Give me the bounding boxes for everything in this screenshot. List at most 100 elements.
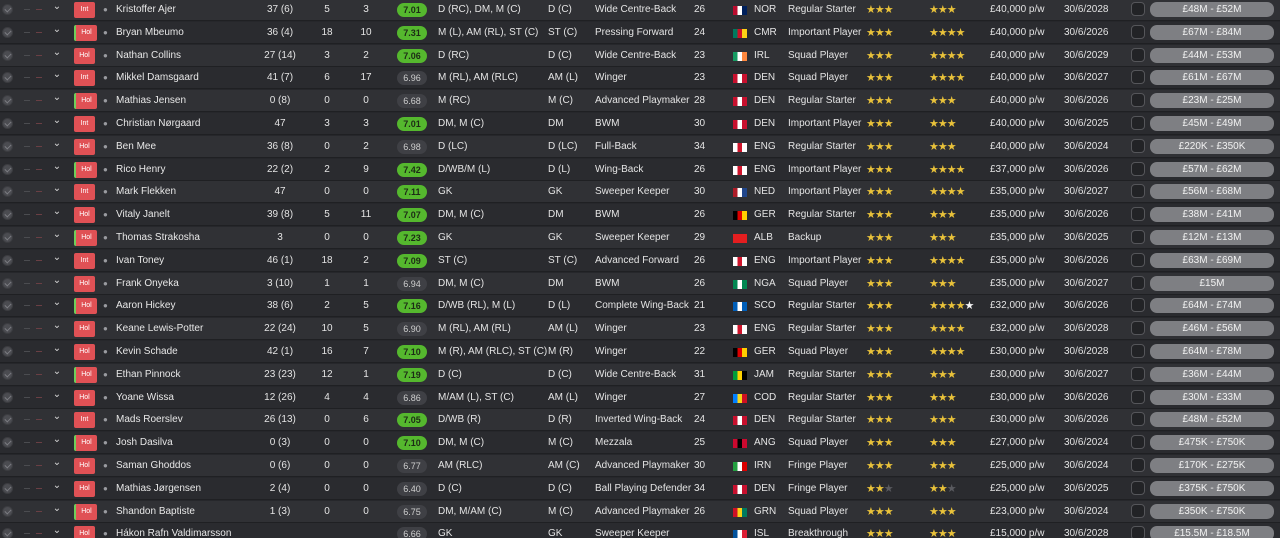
value-checkbox[interactable] (1131, 2, 1145, 16)
value-checkbox[interactable] (1131, 480, 1145, 495)
chevron-down-icon[interactable]: ⌄ (51, 523, 63, 538)
value-checkbox[interactable] (1131, 161, 1145, 176)
table-row[interactable]: ⌄ Hol ● Mathias Jensen 0 (8) 0 0 6.68 M (RC) M (C… (0, 90, 1280, 113)
chevron-down-icon[interactable]: ⌄ (51, 159, 63, 181)
chevron-down-icon[interactable]: ⌄ (51, 113, 63, 135)
table-row[interactable]: ⌄ Hol ● Nathan Collins 27 (14) 3 2 7.06 D (RC) D … (0, 44, 1280, 67)
check-circle-icon[interactable] (2, 254, 13, 266)
value-checkbox[interactable] (1131, 184, 1145, 199)
value-checkbox[interactable] (1131, 207, 1145, 222)
value-checkbox[interactable] (1131, 230, 1145, 244)
player-name-link[interactable]: Kristoffer Ajer (116, 0, 266, 21)
check-circle-icon[interactable] (2, 163, 13, 175)
player-name-link[interactable]: Ben Mee (116, 136, 266, 158)
chevron-down-icon[interactable]: ⌄ (51, 90, 63, 112)
table-row[interactable]: ⌄ Hol ● Keane Lewis-Potter 22 (24) 10 5 6.90 M (… (0, 318, 1280, 341)
value-checkbox[interactable] (1131, 435, 1145, 450)
player-name-link[interactable]: Christian Nørgaard (116, 113, 266, 135)
chevron-down-icon[interactable]: ⌄ (51, 295, 63, 317)
chevron-down-icon[interactable]: ⌄ (51, 432, 63, 454)
player-name-link[interactable]: Thomas Strakosha (116, 227, 266, 249)
table-row[interactable]: ⌄ Hol ● Josh Dasilva 0 (3) 0 0 7.10 DM, M (C) M (… (0, 432, 1280, 455)
chevron-down-icon[interactable]: ⌄ (51, 318, 63, 340)
player-name-link[interactable]: Frank Onyeka (116, 273, 266, 295)
value-checkbox[interactable] (1131, 321, 1145, 336)
check-circle-icon[interactable] (2, 300, 13, 312)
table-row[interactable]: ⌄ Int ● Mikkel Damsgaard 41 (7) 6 17 6.96 M (RL)… (0, 67, 1280, 90)
value-checkbox[interactable] (1131, 47, 1145, 62)
player-name-link[interactable]: Mathias Jørgensen (116, 478, 266, 500)
check-circle-icon[interactable] (2, 414, 13, 426)
check-circle-icon[interactable] (2, 140, 13, 152)
player-name-link[interactable]: Mathias Jensen (116, 90, 266, 112)
check-circle-icon[interactable] (2, 49, 13, 61)
chevron-down-icon[interactable]: ⌄ (51, 0, 63, 21)
table-row[interactable]: ⌄ Hol ● Hákon Rafn Valdimarsson 6.66 GK GK Swee… (0, 523, 1280, 538)
chevron-down-icon[interactable]: ⌄ (51, 181, 63, 203)
player-name-link[interactable]: Mikkel Damsgaard (116, 67, 266, 89)
chevron-down-icon[interactable]: ⌄ (51, 250, 63, 272)
chevron-down-icon[interactable]: ⌄ (51, 387, 63, 409)
check-circle-icon[interactable] (2, 437, 13, 449)
value-checkbox[interactable] (1131, 70, 1145, 85)
check-circle-icon[interactable] (2, 460, 13, 471)
check-circle-icon[interactable] (2, 505, 13, 517)
player-name-link[interactable]: Kevin Schade (116, 341, 266, 363)
chevron-down-icon[interactable]: ⌄ (51, 364, 63, 386)
value-checkbox[interactable] (1131, 116, 1145, 130)
check-circle-icon[interactable] (2, 232, 13, 243)
chevron-down-icon[interactable]: ⌄ (51, 227, 63, 249)
check-circle-icon[interactable] (2, 346, 13, 357)
player-name-link[interactable]: Shandon Baptiste (116, 501, 266, 523)
value-checkbox[interactable] (1131, 366, 1145, 381)
chevron-down-icon[interactable]: ⌄ (51, 455, 63, 477)
table-row[interactable]: ⌄ Int ● Kristoffer Ajer 37 (6) 5 3 7.01 D (RC), … (0, 0, 1280, 21)
player-name-link[interactable]: Yoane Wissa (116, 387, 266, 409)
table-row[interactable]: ⌄ Hol ● Kevin Schade 42 (1) 16 7 7.10 M (R), AM … (0, 341, 1280, 363)
table-row[interactable]: ⌄ Hol ● Frank Onyeka 3 (10) 1 1 6.94 DM, M (C) DM… (0, 272, 1280, 295)
check-circle-icon[interactable] (2, 368, 13, 380)
player-name-link[interactable]: Hákon Rafn Valdimarsson (116, 523, 266, 538)
value-checkbox[interactable] (1131, 24, 1145, 39)
table-row[interactable]: ⌄ Hol ● Vitaly Janelt 39 (8) 5 11 7.07 DM, M (C)… (0, 204, 1280, 227)
check-circle-icon[interactable] (2, 209, 13, 221)
chevron-down-icon[interactable]: ⌄ (51, 204, 63, 226)
player-name-link[interactable]: Nathan Collins (116, 45, 266, 67)
value-checkbox[interactable] (1131, 503, 1145, 518)
check-circle-icon[interactable] (2, 118, 13, 129)
player-name-link[interactable]: Saman Ghoddos (116, 455, 266, 477)
check-circle-icon[interactable] (2, 323, 13, 335)
check-circle-icon[interactable] (2, 391, 13, 403)
chevron-down-icon[interactable]: ⌄ (51, 478, 63, 500)
player-name-link[interactable]: Vitaly Janelt (116, 204, 266, 226)
check-circle-icon[interactable] (2, 26, 13, 38)
chevron-down-icon[interactable]: ⌄ (51, 45, 63, 67)
table-row[interactable]: ⌄ Int ● Ivan Toney 46 (1) 18 2 7.09 ST (C) ST (C)… (0, 249, 1280, 272)
chevron-down-icon[interactable]: ⌄ (51, 136, 63, 158)
chevron-down-icon[interactable]: ⌄ (51, 501, 63, 523)
table-row[interactable]: ⌄ Hol ● Ethan Pinnock 23 (23) 12 1 7.19 D (C) D (… (0, 363, 1280, 386)
value-checkbox[interactable] (1131, 298, 1145, 313)
table-row[interactable]: ⌄ Hol ● Ben Mee 36 (8) 0 2 6.98 D (LC) D (LC) Full… (0, 135, 1280, 158)
player-name-link[interactable]: Rico Henry (116, 159, 266, 181)
table-row[interactable]: ⌄ Hol ● Shandon Baptiste 1 (3) 0 0 6.75 DM, M/AM… (0, 500, 1280, 523)
check-circle-icon[interactable] (2, 528, 13, 538)
check-circle-icon[interactable] (2, 4, 13, 15)
value-checkbox[interactable] (1131, 412, 1145, 427)
player-name-link[interactable]: Mark Flekken (116, 181, 266, 203)
table-row[interactable]: ⌄ Hol ● Yoane Wissa 12 (26) 4 4 6.86 M/AM (L), S… (0, 386, 1280, 409)
player-name-link[interactable]: Josh Dasilva (116, 432, 266, 454)
value-checkbox[interactable] (1131, 275, 1145, 290)
value-checkbox[interactable] (1131, 344, 1145, 358)
table-row[interactable]: ⌄ Int ● Mark Flekken 47 0 0 7.11 GK GK Sweeper Kee… (0, 181, 1280, 204)
value-checkbox[interactable] (1131, 389, 1145, 404)
player-name-link[interactable]: Bryan Mbeumo (116, 22, 266, 44)
table-row[interactable]: ⌄ Hol ● Rico Henry 22 (2) 2 9 7.42 D/WB/M (L) D (… (0, 158, 1280, 181)
value-checkbox[interactable] (1131, 93, 1145, 108)
player-name-link[interactable]: Mads Roerslev (116, 409, 266, 431)
chevron-down-icon[interactable]: ⌄ (51, 409, 63, 431)
chevron-down-icon[interactable]: ⌄ (51, 67, 63, 89)
table-row[interactable]: ⌄ Hol ● Aaron Hickey 38 (6) 2 5 7.16 D/WB (RL), … (0, 295, 1280, 318)
check-circle-icon[interactable] (2, 95, 13, 107)
value-checkbox[interactable] (1131, 458, 1145, 472)
